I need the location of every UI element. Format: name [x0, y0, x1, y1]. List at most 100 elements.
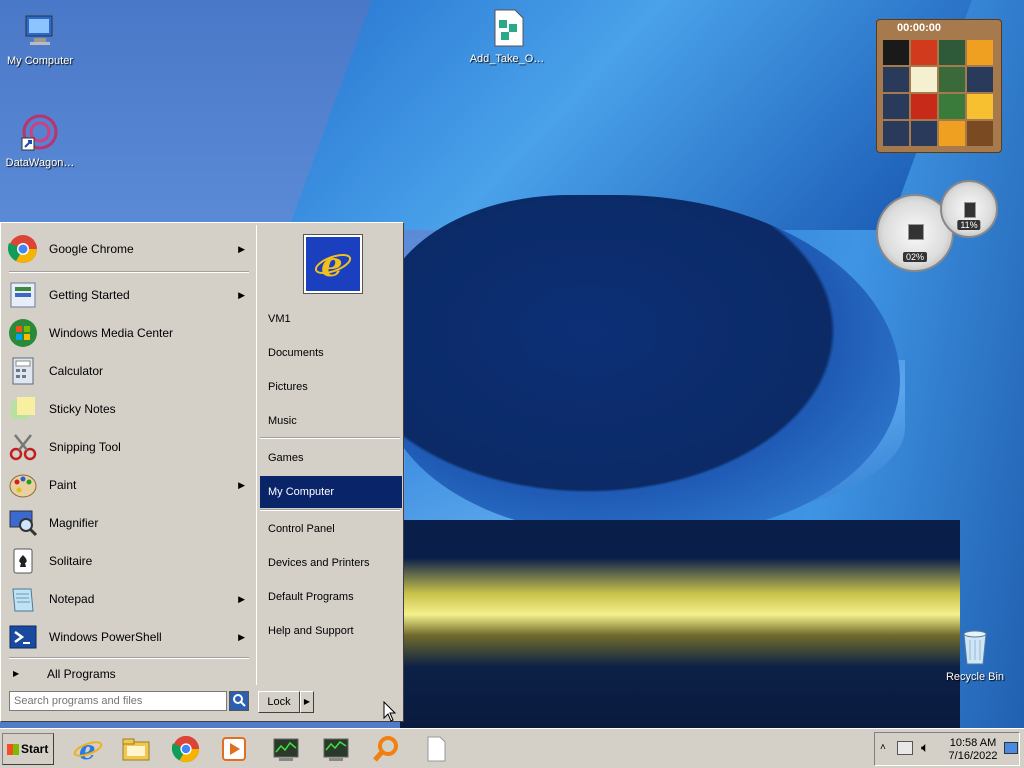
lock-button[interactable]: Lock	[258, 691, 300, 713]
blank-document-icon	[427, 736, 446, 762]
taskbar-media-player-button[interactable]	[218, 733, 250, 765]
start-button[interactable]: Start	[2, 733, 54, 765]
places-link-games[interactable]: Games	[260, 442, 402, 474]
desktop-icon-label: DataWagon…	[5, 157, 75, 169]
program-sticky-notes[interactable]: Sticky Notes	[7, 391, 251, 427]
datawagon-icon	[21, 114, 58, 151]
desktop-icon-label: Recycle Bin	[945, 671, 1005, 683]
places-link-pictures[interactable]: Pictures	[260, 371, 402, 403]
ram-meter-gadget[interactable]: 11%	[940, 180, 998, 238]
start-label: Start	[21, 742, 49, 756]
program-windows-media-center[interactable]: Windows Media Center	[7, 315, 251, 351]
taskbar-chrome-button[interactable]	[170, 733, 202, 765]
network-icon[interactable]	[897, 741, 913, 755]
paint-palette-icon	[9, 474, 37, 498]
puzzle-tile[interactable]	[883, 67, 909, 92]
places-link-control-panel[interactable]: Control Panel	[260, 513, 402, 545]
taskbar-ie-button[interactable]: e	[72, 733, 104, 765]
media-player-icon	[222, 737, 246, 761]
picture-puzzle-gadget[interactable]: 00:00:00	[876, 19, 1002, 153]
places-link-my-computer[interactable]: My Computer	[260, 476, 402, 508]
puzzle-tile[interactable]	[939, 40, 965, 65]
windows-flag-icon	[7, 744, 19, 756]
media-center-icon	[9, 319, 37, 347]
search-input[interactable]	[9, 691, 227, 711]
svg-text:e: e	[321, 245, 343, 284]
places-link-documents[interactable]: Documents	[260, 337, 402, 369]
cpu-meter-value: 02%	[902, 252, 928, 262]
search-icon	[233, 694, 246, 707]
puzzle-tile[interactable]	[967, 40, 993, 65]
program-label: Solitaire	[49, 554, 93, 568]
places-link-music[interactable]: Music	[260, 405, 402, 437]
separator	[9, 657, 249, 659]
submenu-arrow-icon: ▶	[238, 593, 245, 604]
program-label: Sticky Notes	[49, 402, 116, 416]
magnifier-icon	[9, 510, 38, 537]
chrome-icon	[171, 735, 200, 763]
scissors-icon	[9, 434, 37, 461]
program-calculator[interactable]: Calculator	[7, 353, 251, 389]
taskbar-app-button[interactable]	[320, 733, 352, 765]
puzzle-tiles[interactable]	[883, 40, 993, 146]
places-link-vm1[interactable]: VM1	[260, 303, 402, 335]
separator	[260, 437, 400, 439]
program-label: Paint	[49, 478, 77, 492]
desktop-icon-add-take-o[interactable]: Add_Take_O…	[467, 8, 547, 65]
program-google-chrome[interactable]: Google Chrome ▶	[7, 231, 251, 267]
puzzle-tile[interactable]	[967, 94, 993, 119]
submenu-arrow-icon: ▶	[238, 631, 245, 642]
ie-icon: e	[73, 736, 103, 764]
search-button[interactable]	[229, 691, 249, 711]
user-picture[interactable]: e	[304, 235, 362, 293]
mouse-cursor-icon	[383, 701, 397, 722]
search-magnifier-icon	[373, 736, 398, 762]
puzzle-tile[interactable]	[883, 40, 909, 65]
desktop-icon-datawagon[interactable]: DataWagon…	[0, 112, 80, 169]
submenu-arrow-icon: ▶	[238, 479, 245, 490]
program-snipping-tool[interactable]: Snipping Tool	[7, 429, 251, 465]
puzzle-tile[interactable]	[911, 40, 937, 65]
ram-meter-value: 11%	[957, 220, 981, 230]
puzzle-tile[interactable]	[883, 94, 909, 119]
program-solitaire[interactable]: Solitaire	[7, 543, 251, 579]
shutdown-options-button[interactable]: ▶	[300, 691, 314, 713]
places-link-devices-and-printers[interactable]: Devices and Printers	[260, 547, 402, 579]
program-notepad[interactable]: Notepad ▶	[7, 581, 251, 617]
puzzle-tile[interactable]	[939, 121, 965, 146]
all-programs-button[interactable]: ▶ All Programs	[7, 663, 251, 685]
start-menu: Google Chrome ▶ Getting Started ▶ Window…	[0, 222, 404, 722]
powershell-icon	[9, 625, 37, 649]
show-desktop-button[interactable]	[1004, 737, 1020, 759]
all-programs-label: All Programs	[47, 667, 116, 681]
puzzle-tile[interactable]	[967, 67, 993, 92]
puzzle-empty-slot	[967, 121, 993, 146]
puzzle-tile[interactable]	[911, 121, 937, 146]
volume-icon[interactable]: 🔈︎	[921, 739, 929, 756]
puzzle-tile[interactable]	[883, 121, 909, 146]
taskbar-explorer-button[interactable]	[120, 733, 152, 765]
taskbar-search-app-button[interactable]	[370, 733, 402, 765]
taskbar-document-button[interactable]	[420, 733, 452, 765]
puzzle-tile[interactable]	[939, 94, 965, 119]
program-windows-powershell[interactable]: Windows PowerShell ▶	[7, 619, 251, 655]
start-menu-places-pane: e VM1 Documents Pictures Music Games My …	[256, 225, 403, 685]
program-label: Windows PowerShell	[49, 630, 162, 644]
taskbar-app-button[interactable]	[270, 733, 302, 765]
puzzle-tile[interactable]	[939, 67, 965, 92]
program-paint[interactable]: Paint ▶	[7, 467, 251, 503]
show-hidden-icons-button[interactable]: ˄	[880, 742, 886, 753]
program-magnifier[interactable]: Magnifier	[7, 505, 251, 541]
puzzle-tile[interactable]	[911, 94, 937, 119]
desktop-icon-my-computer[interactable]: My Computer	[0, 10, 80, 67]
puzzle-tile[interactable]	[911, 67, 937, 92]
separator	[9, 271, 249, 273]
clock[interactable]: 10:58 AM 7/16/2022	[947, 737, 999, 763]
wallpaper-shape	[400, 520, 960, 728]
places-link-default-programs[interactable]: Default Programs	[260, 581, 402, 613]
desktop-icon-recycle-bin[interactable]: Recycle Bin	[935, 626, 1015, 683]
network-monitor-icon	[273, 738, 299, 761]
program-getting-started[interactable]: Getting Started ▶	[7, 277, 251, 313]
program-label: Notepad	[49, 592, 95, 606]
places-link-help-and-support[interactable]: Help and Support	[260, 615, 402, 647]
